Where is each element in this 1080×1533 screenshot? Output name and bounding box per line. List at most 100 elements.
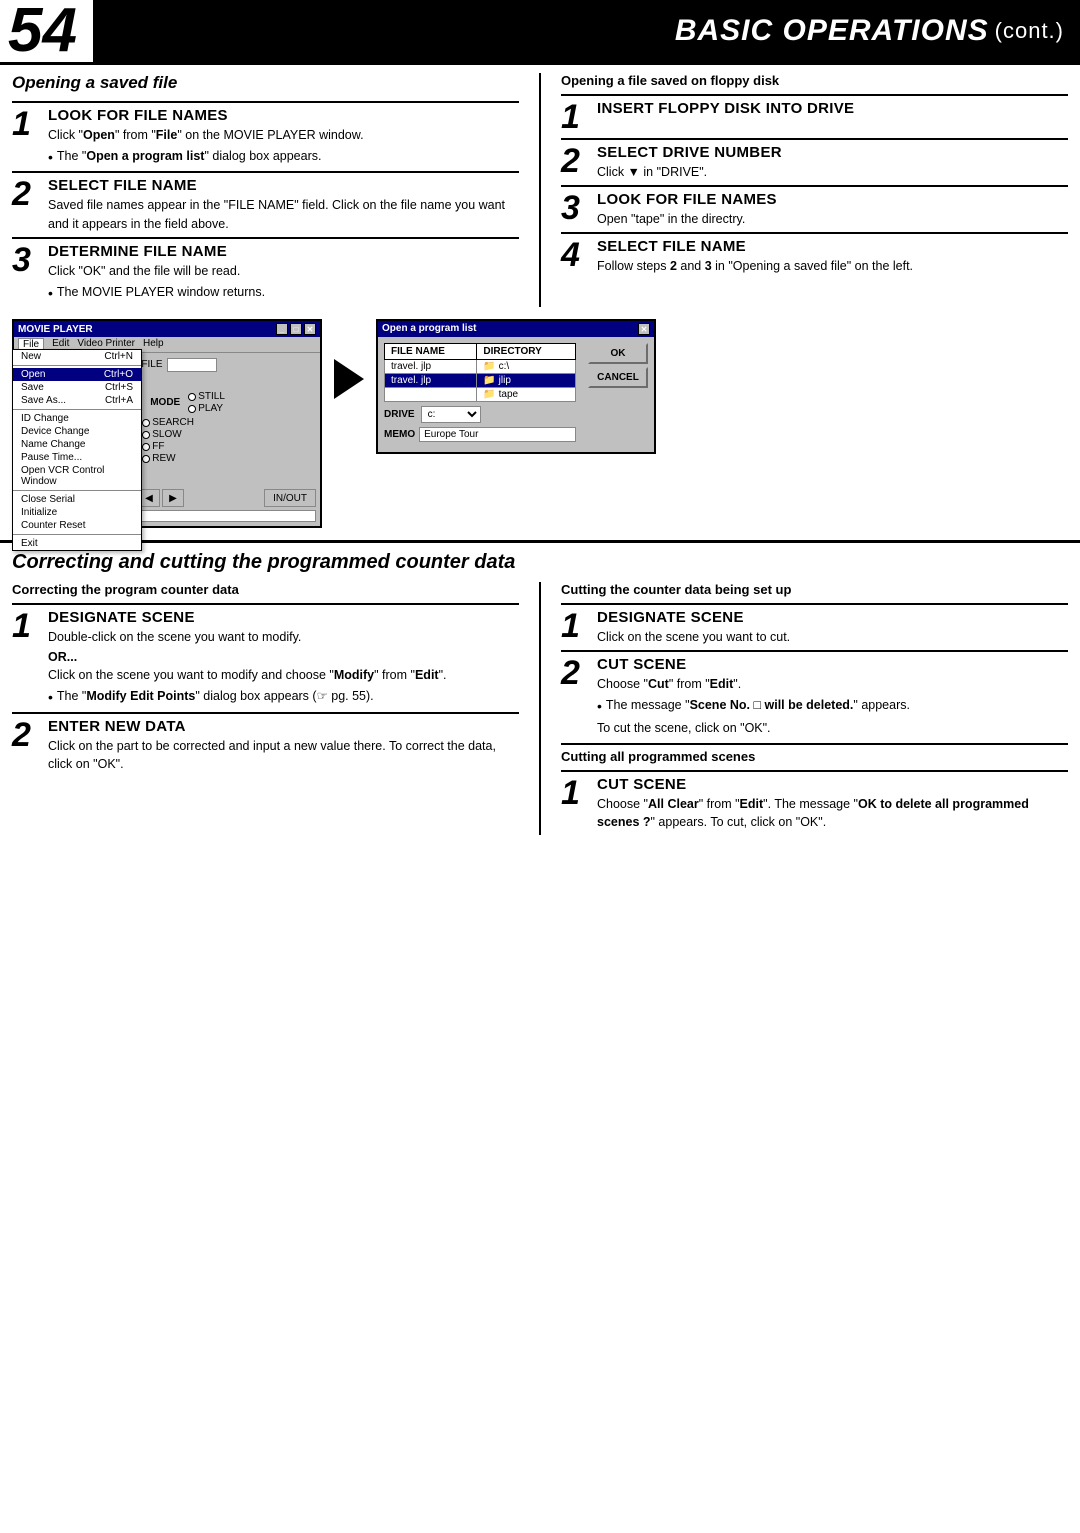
ok-button[interactable]: OK xyxy=(588,343,648,364)
correcting-step-2: 2 ENTER NEW DATA Click on the part to be… xyxy=(12,712,519,773)
mode-play[interactable]: PLAY xyxy=(188,403,225,414)
right-column: Opening a file saved on floppy disk 1 IN… xyxy=(541,73,1068,307)
screenshot-area: MOVIE PLAYER _ □ ✕ File Edit Video Print… xyxy=(0,319,1080,528)
page-cont: (cont.) xyxy=(995,18,1064,44)
cutting-column: Cutting the counter data being set up 1 … xyxy=(541,582,1068,835)
file-input[interactable] xyxy=(167,358,217,372)
cutting-step-2-extra: To cut the scene, click on "OK". xyxy=(597,719,1068,737)
close-button[interactable]: ✕ xyxy=(304,323,316,335)
minimize-button[interactable]: _ xyxy=(276,323,288,335)
menu-exit[interactable]: Exit xyxy=(13,537,141,550)
menu-new[interactable]: NewCtrl+N xyxy=(13,350,141,363)
dialog-memo-input[interactable] xyxy=(419,427,576,442)
correcting-step-number-2: 2 xyxy=(12,718,42,752)
mode-ff[interactable]: FF xyxy=(142,441,194,452)
opening-saved-file-heading: Opening a saved file xyxy=(12,73,519,93)
window-titlebar: MOVIE PLAYER _ □ ✕ xyxy=(14,321,320,337)
file-row-2[interactable]: travel. jlp 📁 jlip xyxy=(385,374,576,388)
next-button[interactable]: ▶ xyxy=(162,489,184,507)
file-label: FILE xyxy=(141,359,162,370)
cutting-all-step-title: CUT SCENE xyxy=(597,776,1068,793)
step-2-title: SELECT FILE NAME xyxy=(48,177,519,194)
dir-2: 📁 jlip xyxy=(477,374,576,388)
menu-id-change[interactable]: ID Change xyxy=(13,412,141,425)
correcting-step-2-body: Click on the part to be corrected and in… xyxy=(48,737,519,773)
correcting-step-1-bullet: The "Modify Edit Points" dialog box appe… xyxy=(48,687,519,707)
menu-pause-time[interactable]: Pause Time... xyxy=(13,451,141,464)
file-name-2: travel. jlp xyxy=(385,374,477,388)
cutting-step-2-bullet-1: The message "Scene No. □ will be deleted… xyxy=(597,696,1068,716)
step-3-title: DETERMINE FILE NAME xyxy=(48,243,519,260)
dialog-close-button[interactable]: ✕ xyxy=(638,323,650,335)
correcting-step-1: 1 DESIGNATE SCENE Double-click on the sc… xyxy=(12,603,519,708)
step-1-look-for-file-names: 1 LOOK FOR FILE NAMES Click "Open" from … xyxy=(12,101,519,167)
inout-button[interactable]: IN/OUT xyxy=(264,489,316,507)
open-program-list-dialog[interactable]: Open a program list ✕ FILE NAME DIRECTOR… xyxy=(376,319,656,454)
window-controls: _ □ ✕ xyxy=(276,323,316,335)
step-1-bullet: The "Open a program list" dialog box app… xyxy=(48,147,519,167)
floppy-step-1-title: INSERT FLOPPY DISK INTO DRIVE xyxy=(597,100,1068,117)
left-column: Opening a saved file 1 LOOK FOR FILE NAM… xyxy=(12,73,541,307)
mode-slow[interactable]: SLOW xyxy=(142,429,194,440)
menu-counter-reset[interactable]: Counter Reset xyxy=(13,519,141,532)
file-row-1[interactable]: travel. jlp 📁 c:\ xyxy=(385,360,576,374)
floppy-step-2: 2 SELECT DRIVE NUMBER Click ▼ in "DRIVE"… xyxy=(561,138,1068,181)
cutting-step-2-title: CUT SCENE xyxy=(597,656,1068,673)
cutting-all-step-number-1: 1 xyxy=(561,776,591,810)
menu-separator-2 xyxy=(13,409,141,410)
cutting-step-2-body: Choose "Cut" from "Edit". xyxy=(597,675,1068,693)
bottom-columns: Correcting the program counter data 1 DE… xyxy=(12,582,1068,835)
menu-help[interactable]: Help xyxy=(143,338,164,351)
page-title-bar: BASIC OPERATIONS (cont.) xyxy=(93,0,1080,62)
menu-close-serial[interactable]: Close Serial xyxy=(13,493,141,506)
cancel-button[interactable]: CANCEL xyxy=(588,367,648,388)
floppy-step-4: 4 SELECT FILE NAME Follow steps 2 and 3 … xyxy=(561,232,1068,275)
maximize-button[interactable]: □ xyxy=(290,323,302,335)
step-2-body: Saved file names appear in the "FILE NAM… xyxy=(48,196,519,232)
mode-rew[interactable]: REW xyxy=(142,453,194,464)
menu-initialize[interactable]: Initialize xyxy=(13,506,141,519)
drive-select[interactable]: c: xyxy=(421,406,481,423)
file-menu-dropdown: NewCtrl+N OpenCtrl+O SaveCtrl+S Save As.… xyxy=(12,349,142,551)
cutting-step-number-2: 2 xyxy=(561,656,591,690)
menu-save[interactable]: SaveCtrl+S xyxy=(13,381,141,394)
menu-separator-4 xyxy=(13,534,141,535)
drive-row: DRIVE c: xyxy=(384,406,576,423)
dialog-titlebar: Open a program list ✕ xyxy=(378,321,654,337)
mode-still[interactable]: STILL xyxy=(188,391,225,402)
file-row-3[interactable]: 📁 tape xyxy=(385,388,576,402)
menu-save-as[interactable]: Save As...Ctrl+A xyxy=(13,394,141,407)
menu-device-change[interactable]: Device Change xyxy=(13,425,141,438)
mode-search[interactable]: SEARCH xyxy=(142,417,194,428)
file-directory-area: FILE NAME DIRECTORY travel. jlp 📁 c:\ tr… xyxy=(384,343,576,446)
dialog-memo-row: MEMO xyxy=(384,427,576,442)
menu-name-change[interactable]: Name Change xyxy=(13,438,141,451)
correcting-program-heading: Correcting the program counter data xyxy=(12,582,519,597)
menu-separator-3 xyxy=(13,490,141,491)
main-content: Opening a saved file 1 LOOK FOR FILE NAM… xyxy=(0,73,1080,307)
correcting-step-number-1: 1 xyxy=(12,609,42,643)
cutting-step-number-1: 1 xyxy=(561,609,591,643)
floppy-step-number-4: 4 xyxy=(561,238,591,272)
step-3-determine-file-name: 3 DETERMINE FILE NAME Click "OK" and the… xyxy=(12,237,519,303)
menu-open-vcr[interactable]: Open VCR Control Window xyxy=(13,464,141,488)
dialog-body: FILE NAME DIRECTORY travel. jlp 📁 c:\ tr… xyxy=(378,337,654,452)
floppy-section-heading: Opening a file saved on floppy disk xyxy=(561,73,1068,88)
floppy-step-number-1: 1 xyxy=(561,100,591,134)
drive-label: DRIVE xyxy=(384,409,415,420)
floppy-step-number-2: 2 xyxy=(561,144,591,178)
correcting-heading: Correcting and cutting the programmed co… xyxy=(12,551,1068,574)
mode-label: MODE xyxy=(150,397,180,408)
cutting-all-step-body: Choose "All Clear" from "Edit". The mess… xyxy=(597,795,1068,831)
cutting-step-1-body: Click on the scene you want to cut. xyxy=(597,628,1068,646)
bottom-section: Correcting and cutting the programmed co… xyxy=(0,540,1080,835)
movie-player-container: MOVIE PLAYER _ □ ✕ File Edit Video Print… xyxy=(12,319,322,528)
floppy-step-3-body: Open "tape" in the directry. xyxy=(597,210,1068,228)
correcting-column: Correcting the program counter data 1 DE… xyxy=(12,582,541,835)
step-number-1: 1 xyxy=(12,107,42,141)
menu-open[interactable]: OpenCtrl+O xyxy=(13,368,141,381)
step-number-2: 2 xyxy=(12,177,42,211)
correcting-step-1-body: Double-click on the scene you want to mo… xyxy=(48,628,519,646)
drive-select-area: c: xyxy=(421,406,481,423)
dir-3: 📁 tape xyxy=(477,388,576,402)
